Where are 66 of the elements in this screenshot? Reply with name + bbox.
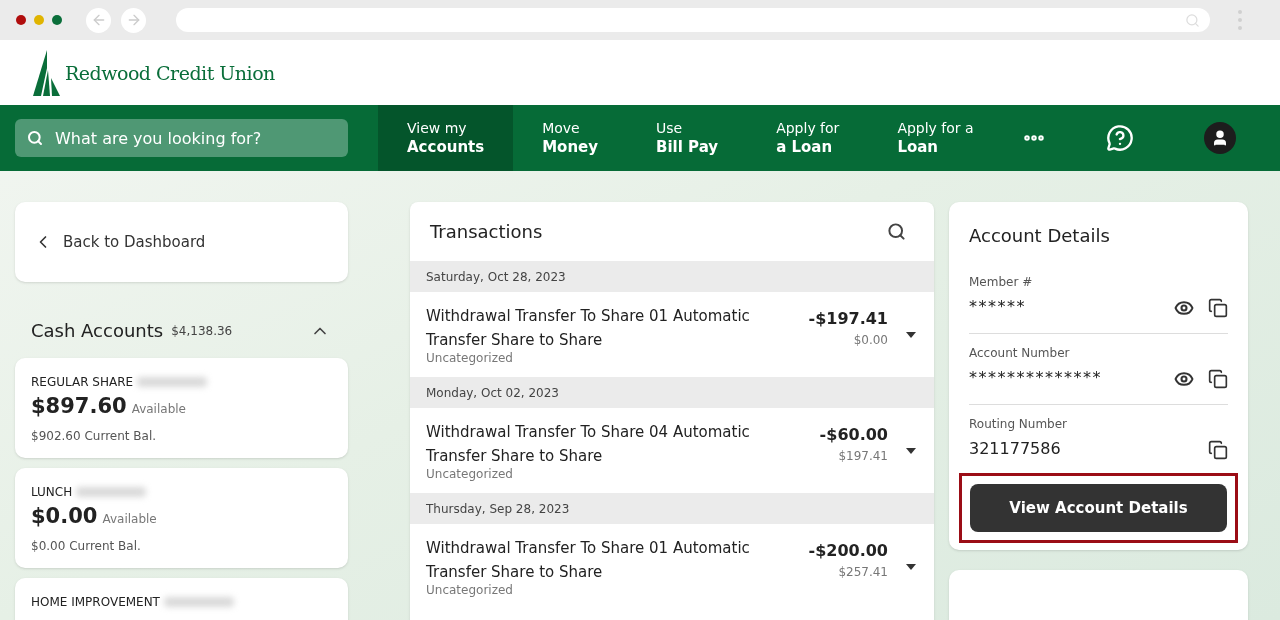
search-icon[interactable] [887,222,906,241]
date-header: Monday, Oct 02, 2023 [426,384,559,402]
current-balance: $902.60 Current Bal. [31,427,158,445]
search-field[interactable]: What are you looking for? [15,119,348,157]
field-label: Routing Number [969,416,1069,433]
running-balance: $257.41 [838,564,888,581]
account-name: LUNCH [31,484,73,501]
account-card[interactable]: LUNCH $0.00 Available $0.00 Current Bal. [15,468,348,568]
back-to-dashboard-link[interactable]: Back to Dashboard [15,202,348,282]
caret-icon[interactable] [906,332,916,338]
field-value: ************** [969,367,1102,389]
field-value: 321177586 [969,438,1061,460]
transaction-amount: -$197.41 [808,308,888,330]
nav-tab[interactable]: Apply for a Loan [868,105,1014,171]
copy-icon[interactable] [1208,440,1228,460]
account-name: REGULAR SHARE [31,374,134,391]
field-label: Account Number [969,345,1071,362]
transaction-category: Uncategorized [426,584,514,596]
section-total: $4,138.36 [171,322,233,340]
redacted-mark [137,377,208,387]
redacted-mark [76,487,147,497]
transaction-description: Withdrawal Transfer To Share 01 Automatic Transfer Share to Share [426,306,751,351]
account-name: HOME IMPROVEMENT [31,594,160,611]
nav-tab[interactable]: Apply for a Loan [747,105,869,171]
copy-icon[interactable] [1208,298,1228,318]
current-balance: $0.00 Current Bal. [31,537,142,555]
show-icon[interactable] [1174,298,1194,318]
transaction-category: Uncategorized [426,468,514,480]
transaction-row[interactable]: Withdrawal Transfer To Share 01 Automatic Transfer Share to Share Uncategorized -$200.00 $257.41 [410,524,934,609]
date-header: Saturday, Oct 28, 2023 [426,268,566,286]
transaction-amount: -$60.00 [819,424,888,446]
running-balance: $0.00 [853,332,888,349]
transaction-description: Withdrawal Transfer To Share 04 Automatic Transfer Share to Share [426,422,751,467]
available-balance: $0.00 [31,503,98,530]
card-title: Account Details [969,224,1111,248]
tree-logo-icon [33,49,61,96]
field-value: ****** [969,296,1026,318]
running-balance: $197.41 [838,448,888,465]
section-title: Cash Accounts [31,319,164,343]
search-icon [1185,12,1200,28]
transaction-category: Uncategorized [426,352,514,364]
transaction-row[interactable]: Withdrawal Transfer To Share 01 Automatic Transfer Share to Share Uncategorized -$197.41 $0.00 [410,292,934,377]
copy-icon[interactable] [1208,369,1228,389]
available-label: Available [131,401,186,418]
transaction-amount: -$200.00 [808,540,888,562]
nav-tab[interactable]: Move Money [513,105,628,171]
available-balance: $897.60 [31,393,127,420]
redacted-mark [163,597,234,607]
date-header: Thursday, Sep 28, 2023 [426,500,570,518]
transaction-description: Withdrawal Transfer To Share 01 Automatic Transfer Share to Share [426,538,751,583]
show-icon[interactable] [1174,369,1194,389]
help-chat-icon[interactable] [1105,124,1134,152]
view-account-details-button[interactable]: View Account Details [970,484,1227,532]
brand-name: Redwood Credit Union [65,61,275,87]
transaction-row[interactable]: Withdrawal Transfer To Share 04 Automatic Transfer Share to Share Uncategorized -$60.00 $197.41 [410,408,934,493]
account-card[interactable]: REGULAR SHARE $897.60 Available $902.60 Current Bal. [15,358,348,458]
available-label: Available [102,511,157,528]
account-card[interactable]: HOME IMPROVEMENT [15,578,348,620]
field-label: Member # [969,274,1034,291]
search-icon [27,130,43,146]
panel-title: Transactions [430,220,543,244]
profile-avatar[interactable] [1203,122,1236,154]
nav-tab[interactable]: View my Accounts [378,105,514,171]
caret-icon[interactable] [906,448,916,454]
nav-tab[interactable]: Use Bill Pay [627,105,748,171]
caret-icon[interactable] [906,564,916,570]
